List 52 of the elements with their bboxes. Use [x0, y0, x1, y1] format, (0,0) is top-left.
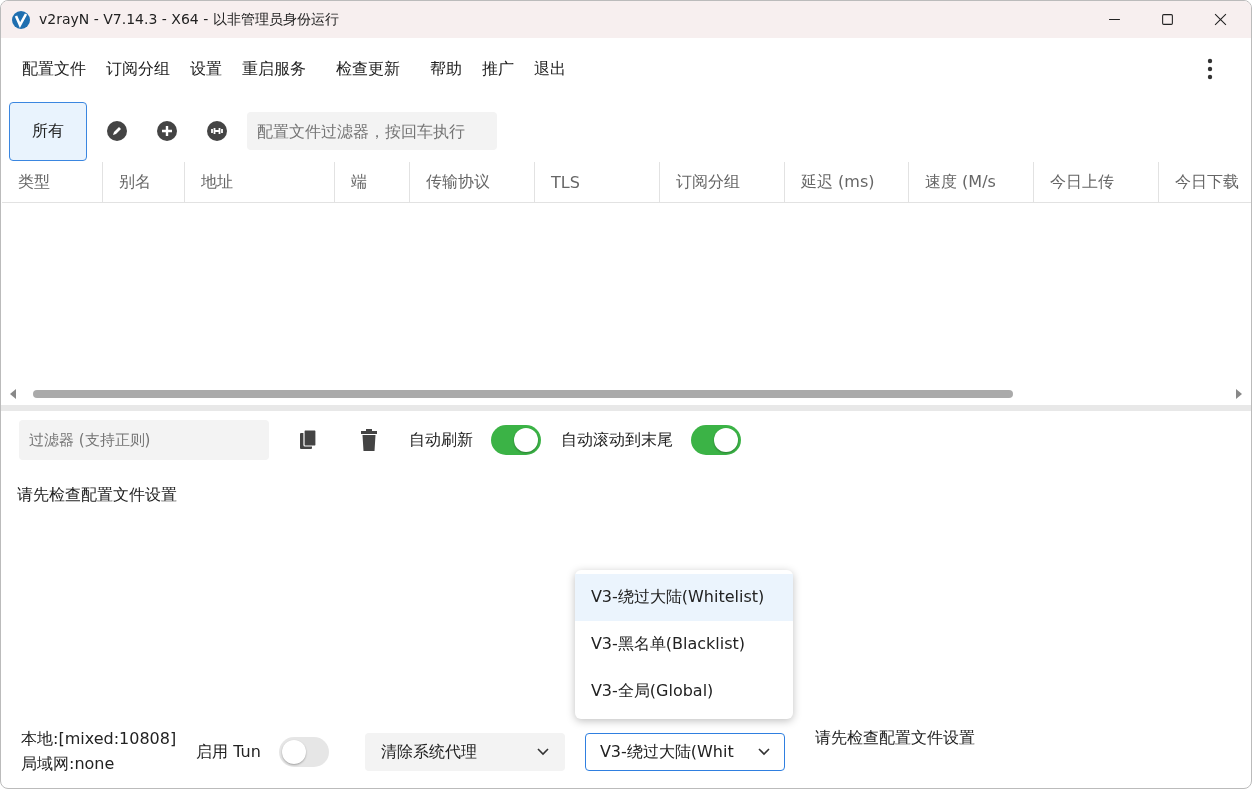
routing-select[interactable]: V3-绕过大陆(Whit	[584, 733, 785, 771]
routing-option[interactable]: V3-绕过大陆(Whitelist)	[574, 574, 793, 621]
routing-option[interactable]: V3-黑名单(Blacklist)	[574, 621, 793, 668]
lan-text: 局域网:none	[21, 754, 116, 775]
speed-test-icon[interactable]	[207, 121, 227, 141]
menu-item[interactable]: 推广	[482, 58, 514, 80]
column-header[interactable]: 延迟 (ms)	[785, 162, 909, 202]
edit-icon[interactable]	[107, 121, 127, 141]
scroll-right-icon[interactable]	[1235, 389, 1243, 399]
toggle-label: 自动滚动到末尾	[561, 429, 673, 451]
column-header[interactable]: 订阅分组	[660, 162, 785, 202]
scroll-left-icon[interactable]	[9, 389, 17, 399]
group-tab[interactable]: 所有	[9, 101, 87, 161]
app-logo-icon	[11, 9, 31, 30]
status-message: 请先检查配置文件设置	[814, 728, 975, 749]
copy-icon[interactable]	[299, 429, 319, 451]
column-header[interactable]: 速度 (M/s	[909, 162, 1034, 202]
chevron-down-icon	[536, 748, 549, 756]
chevron-down-icon	[757, 748, 770, 756]
column-header[interactable]: 端	[335, 162, 410, 202]
menu-item[interactable]: 退出	[534, 58, 566, 80]
menu-item[interactable]: 订阅分组	[106, 58, 170, 80]
toggle-switch[interactable]	[691, 425, 741, 455]
proxy-select[interactable]: 清除系统代理	[364, 733, 565, 771]
add-icon[interactable]	[157, 121, 177, 141]
scrollbar-thumb[interactable]	[33, 390, 1014, 398]
column-header[interactable]: 传输协议	[410, 162, 535, 202]
column-header[interactable]: 今日下载	[1159, 162, 1251, 202]
menu-item[interactable]: 帮助	[430, 58, 462, 80]
menu-item[interactable]: 设置	[190, 58, 222, 80]
column-header[interactable]: TLS	[535, 162, 660, 202]
routing-option[interactable]: V3-全局(Global)	[574, 668, 793, 715]
menu-item[interactable]: 重启服务	[242, 58, 306, 80]
toggle-label: 自动刷新	[409, 429, 473, 451]
profile-filter-field[interactable]: 配置文件过滤器，按回车执行	[247, 112, 497, 150]
log-text: 请先检查配置文件设置	[17, 485, 177, 504]
local-port-text: 本地:[mixed:10808]	[21, 729, 177, 750]
column-header[interactable]: 类型	[2, 162, 103, 202]
menu-item[interactable]: 检查更新	[336, 58, 400, 80]
column-header[interactable]: 地址	[185, 162, 335, 202]
log-filter-field[interactable]: 过滤器 (支持正则)	[19, 420, 269, 460]
tun-label: 启用 Tun	[196, 741, 261, 763]
toggle-switch[interactable]	[491, 425, 541, 455]
menu-item[interactable]: 配置文件	[22, 58, 86, 80]
more-icon[interactable]	[1207, 58, 1213, 80]
column-header[interactable]: 今日上传	[1034, 162, 1159, 202]
tun-switch[interactable]	[278, 737, 329, 767]
window-title: v2rayN - V7.14.3 - X64 - 以非管理员身份运行	[39, 10, 340, 29]
close-icon[interactable]	[1214, 13, 1227, 26]
column-header[interactable]: 别名	[103, 162, 185, 202]
maximize-icon[interactable]	[1161, 13, 1174, 26]
trash-icon[interactable]	[359, 429, 379, 451]
